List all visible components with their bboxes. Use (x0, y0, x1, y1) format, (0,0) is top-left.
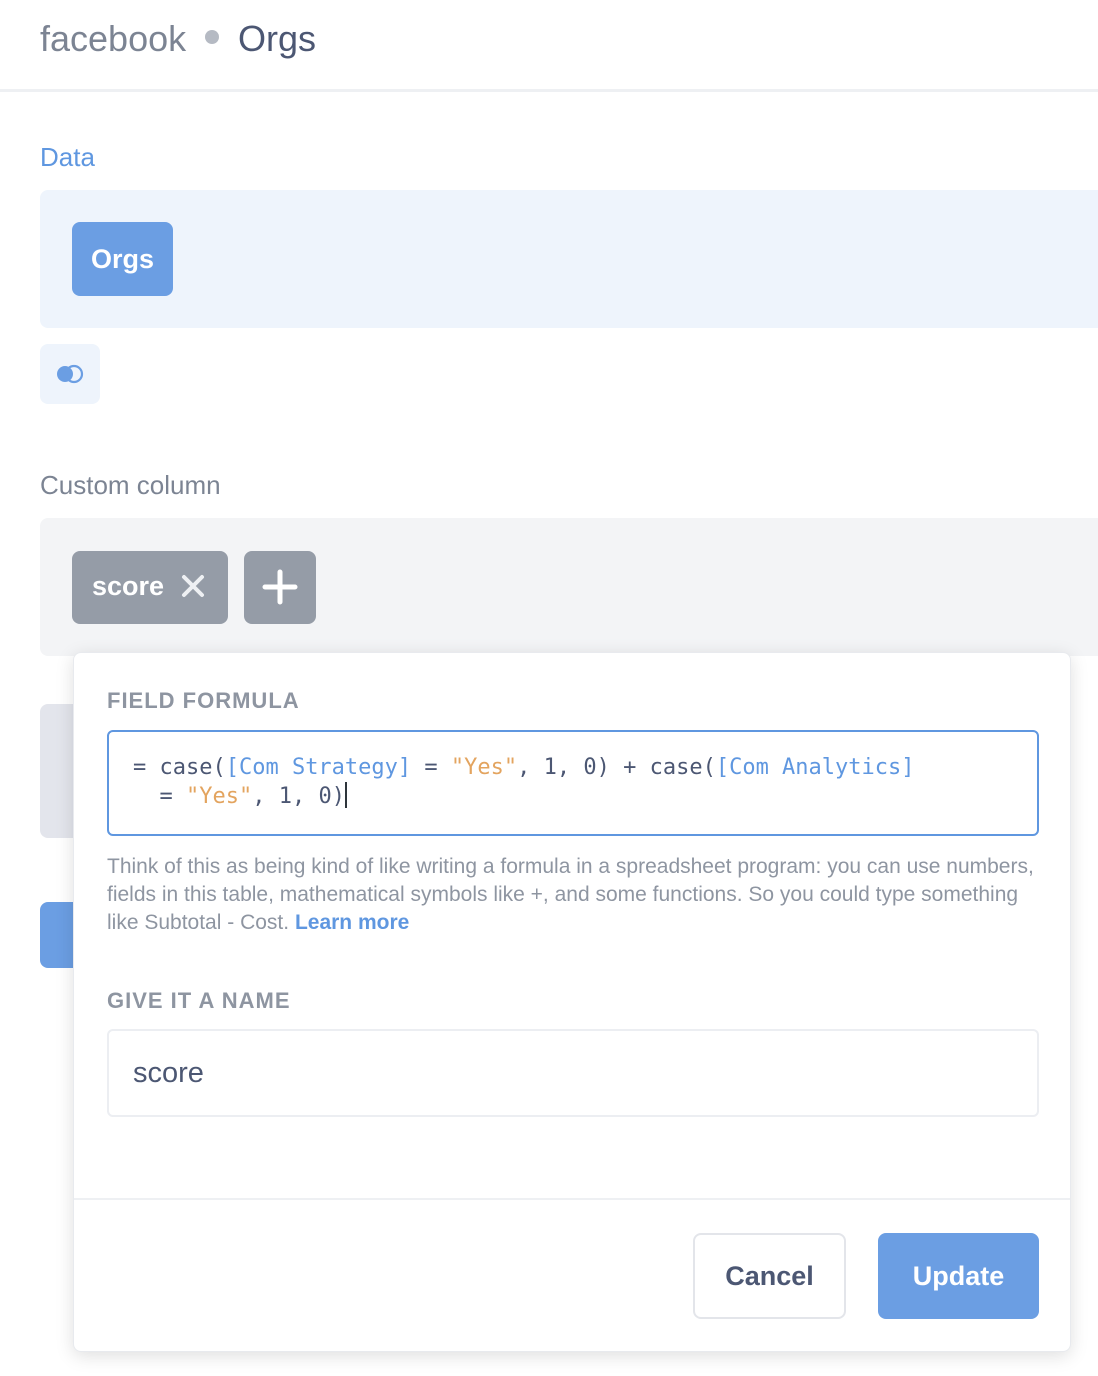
formula-text: = case([Com Strategy] = "Yes", 1, 0) + c… (133, 754, 915, 811)
learn-more-link[interactable]: Learn more (295, 911, 409, 934)
data-panel (40, 190, 1098, 328)
expression-popover: FIELD FORMULA = case([Com Strategy] = "Y… (73, 652, 1071, 1352)
custom-column-section-label: Custom column (40, 470, 221, 500)
custom-column-pill-label: score (92, 571, 165, 601)
formula-token-plain: = (159, 784, 173, 809)
formula-token-plain: , 1, 0) + case( (517, 755, 716, 780)
join-icon (57, 364, 84, 384)
footer-divider (74, 1198, 1070, 1200)
table-pill-orgs[interactable]: Orgs (72, 222, 173, 296)
cancel-button[interactable]: Cancel (693, 1233, 846, 1319)
update-button[interactable]: Update (878, 1233, 1039, 1319)
formula-token-plain: = case( (133, 755, 226, 780)
join-data-button[interactable] (40, 344, 100, 404)
breadcrumb-separator (205, 30, 219, 44)
formula-token-string: "Yes" (450, 755, 518, 780)
custom-column-pill-score[interactable]: score (72, 551, 228, 624)
name-label: GIVE IT A NAME (107, 988, 291, 1013)
app-header: facebook Orgs (0, 0, 1098, 92)
formula-token-plain: , 1, 0) (252, 784, 345, 809)
formula-token-plain: = (411, 755, 451, 780)
column-name-input[interactable] (107, 1029, 1039, 1117)
help-text-body: Think of this as being kind of like writ… (107, 855, 1034, 934)
breadcrumb-table[interactable]: Orgs (238, 18, 316, 60)
formula-help-text: Think of this as being kind of like writ… (107, 853, 1047, 937)
breadcrumb-database[interactable]: facebook (40, 18, 186, 60)
add-custom-column-button[interactable] (244, 551, 316, 624)
formula-token-string: "Yes" (185, 784, 253, 809)
formula-editor[interactable]: = case([Com Strategy] = "Yes", 1, 0) + c… (107, 730, 1039, 836)
data-section-label: Data (40, 142, 95, 172)
formula-token-field: [Com Strategy] (225, 755, 412, 780)
text-cursor (344, 782, 347, 808)
field-formula-label: FIELD FORMULA (107, 688, 300, 713)
formula-token-field: [Com Analytics] (715, 755, 915, 780)
plus-icon (262, 569, 298, 605)
close-icon[interactable] (180, 573, 206, 606)
